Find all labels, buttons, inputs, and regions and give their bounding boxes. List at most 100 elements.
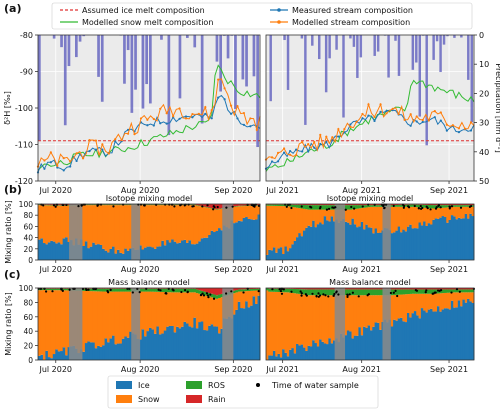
area-segment-ros: [418, 289, 422, 294]
series-point: [343, 128, 346, 131]
area-segment-ice: [453, 307, 456, 360]
area-segment-ros: [374, 289, 378, 296]
area-segment-snow: [50, 290, 54, 359]
area-segment-ros: [319, 289, 322, 296]
area-segment-ice: [302, 347, 306, 360]
area-segment-ice: [237, 301, 241, 360]
water-sample-dot: [455, 288, 459, 291]
area-segment-ice: [94, 348, 98, 360]
area-segment-ice: [393, 232, 396, 260]
water-sample-dot: [394, 289, 397, 292]
area-segment-ice: [116, 343, 120, 360]
area-segment-ice: [158, 246, 162, 260]
water-sample-dot: [352, 207, 356, 210]
area-segment-ros: [252, 288, 256, 291]
area-segment-ros: [193, 288, 197, 293]
area-segment-ros: [358, 205, 362, 209]
series-point: [289, 149, 292, 153]
area-segment-snow: [448, 292, 452, 310]
area-segment-ice: [40, 238, 44, 260]
precipitation-bar: [97, 35, 100, 77]
area-segment-ice: [395, 320, 399, 360]
y-axis-label: δ²H [‰]: [3, 91, 12, 125]
series-point: [255, 128, 258, 131]
area-segment-ice: [104, 338, 108, 360]
precipitation-bar: [318, 35, 321, 60]
area-segment-snow: [205, 207, 209, 238]
area-segment-ice: [203, 237, 207, 260]
area-segment-ros: [397, 204, 401, 207]
water-sample-dot: [333, 292, 336, 296]
subplot-title: Isotope mixing model: [106, 194, 193, 203]
precipitation-bar: [75, 35, 78, 58]
series-point: [223, 87, 226, 90]
water-sample-dot: [107, 291, 110, 294]
y-tick-label: 20: [23, 245, 33, 254]
area-segment-snow: [161, 292, 165, 334]
area-segment-ice: [305, 227, 308, 260]
area-segment-ice: [161, 240, 165, 260]
area-segment-snow: [163, 205, 167, 246]
no-data-gap: [222, 288, 234, 360]
area-segment-ice: [390, 326, 394, 360]
series-point: [249, 125, 252, 128]
area-segment-snow: [349, 295, 352, 332]
water-sample-dot: [159, 289, 162, 292]
series-point: [69, 160, 72, 163]
area-segment-snow: [293, 207, 297, 241]
area-segment-ice: [379, 329, 382, 360]
area-segment-ice: [446, 222, 449, 260]
series-point: [276, 160, 280, 163]
area-segment-ice: [291, 244, 295, 260]
area-segment-snow: [188, 205, 192, 241]
precipitation-bar: [145, 35, 148, 85]
area-segment-snow: [279, 206, 283, 248]
area-segment-snow: [114, 291, 118, 345]
area-segment-snow: [360, 208, 364, 222]
water-sample-dot: [311, 292, 314, 295]
figure: Jul 2020 Aug 2020 Sep 2020-120-110-100-90-…: [3, 2, 500, 409]
area-segment-ros: [97, 288, 101, 292]
precipitation-bar: [52, 35, 56, 39]
area-segment-ice: [349, 331, 352, 360]
water-sample-dot: [435, 206, 438, 209]
x-tick-label: Aug 2020: [121, 265, 160, 274]
precipitation-bar: [432, 35, 435, 60]
area-segment-ice: [443, 217, 447, 260]
area-segment-snow: [402, 206, 406, 230]
area-segment-ros: [190, 288, 194, 293]
area-segment-snow: [374, 295, 378, 323]
area-segment-snow: [376, 206, 380, 233]
area-segment-ros: [203, 206, 207, 208]
area-segment-rain: [208, 288, 212, 294]
water-sample-dot: [351, 291, 354, 294]
area-segment-ros: [116, 204, 120, 206]
area-segment-ros: [99, 288, 103, 292]
water-sample-dot: [172, 289, 175, 292]
area-segment-snow: [323, 295, 327, 344]
series-point: [385, 112, 388, 115]
area-segment-snow: [200, 206, 204, 239]
area-segment-ice: [208, 234, 212, 260]
series-point: [433, 110, 436, 113]
area-segment-snow: [321, 209, 325, 225]
area-segment-snow: [203, 295, 207, 331]
area-segment-ros: [237, 205, 241, 207]
series-point: [75, 159, 78, 163]
area-segment-ice: [455, 219, 459, 260]
area-segment-ice: [250, 305, 253, 360]
area-segment-ros: [286, 288, 290, 293]
area-segment-ice: [409, 224, 412, 260]
area-segment-ros: [462, 289, 466, 293]
area-segment-snow: [379, 206, 382, 233]
water-sample-dot: [324, 294, 327, 297]
area-segment-snow: [181, 292, 184, 327]
area-segment-snow: [370, 295, 373, 331]
area-segment-snow: [178, 205, 182, 243]
area-segment-snow: [353, 295, 357, 336]
x-tick-label: Sep 2021: [430, 265, 468, 274]
area-segment-ros: [312, 205, 315, 210]
area-segment-ice: [462, 218, 466, 260]
area-segment-ros: [423, 204, 426, 208]
area-segment-snow: [363, 295, 366, 327]
